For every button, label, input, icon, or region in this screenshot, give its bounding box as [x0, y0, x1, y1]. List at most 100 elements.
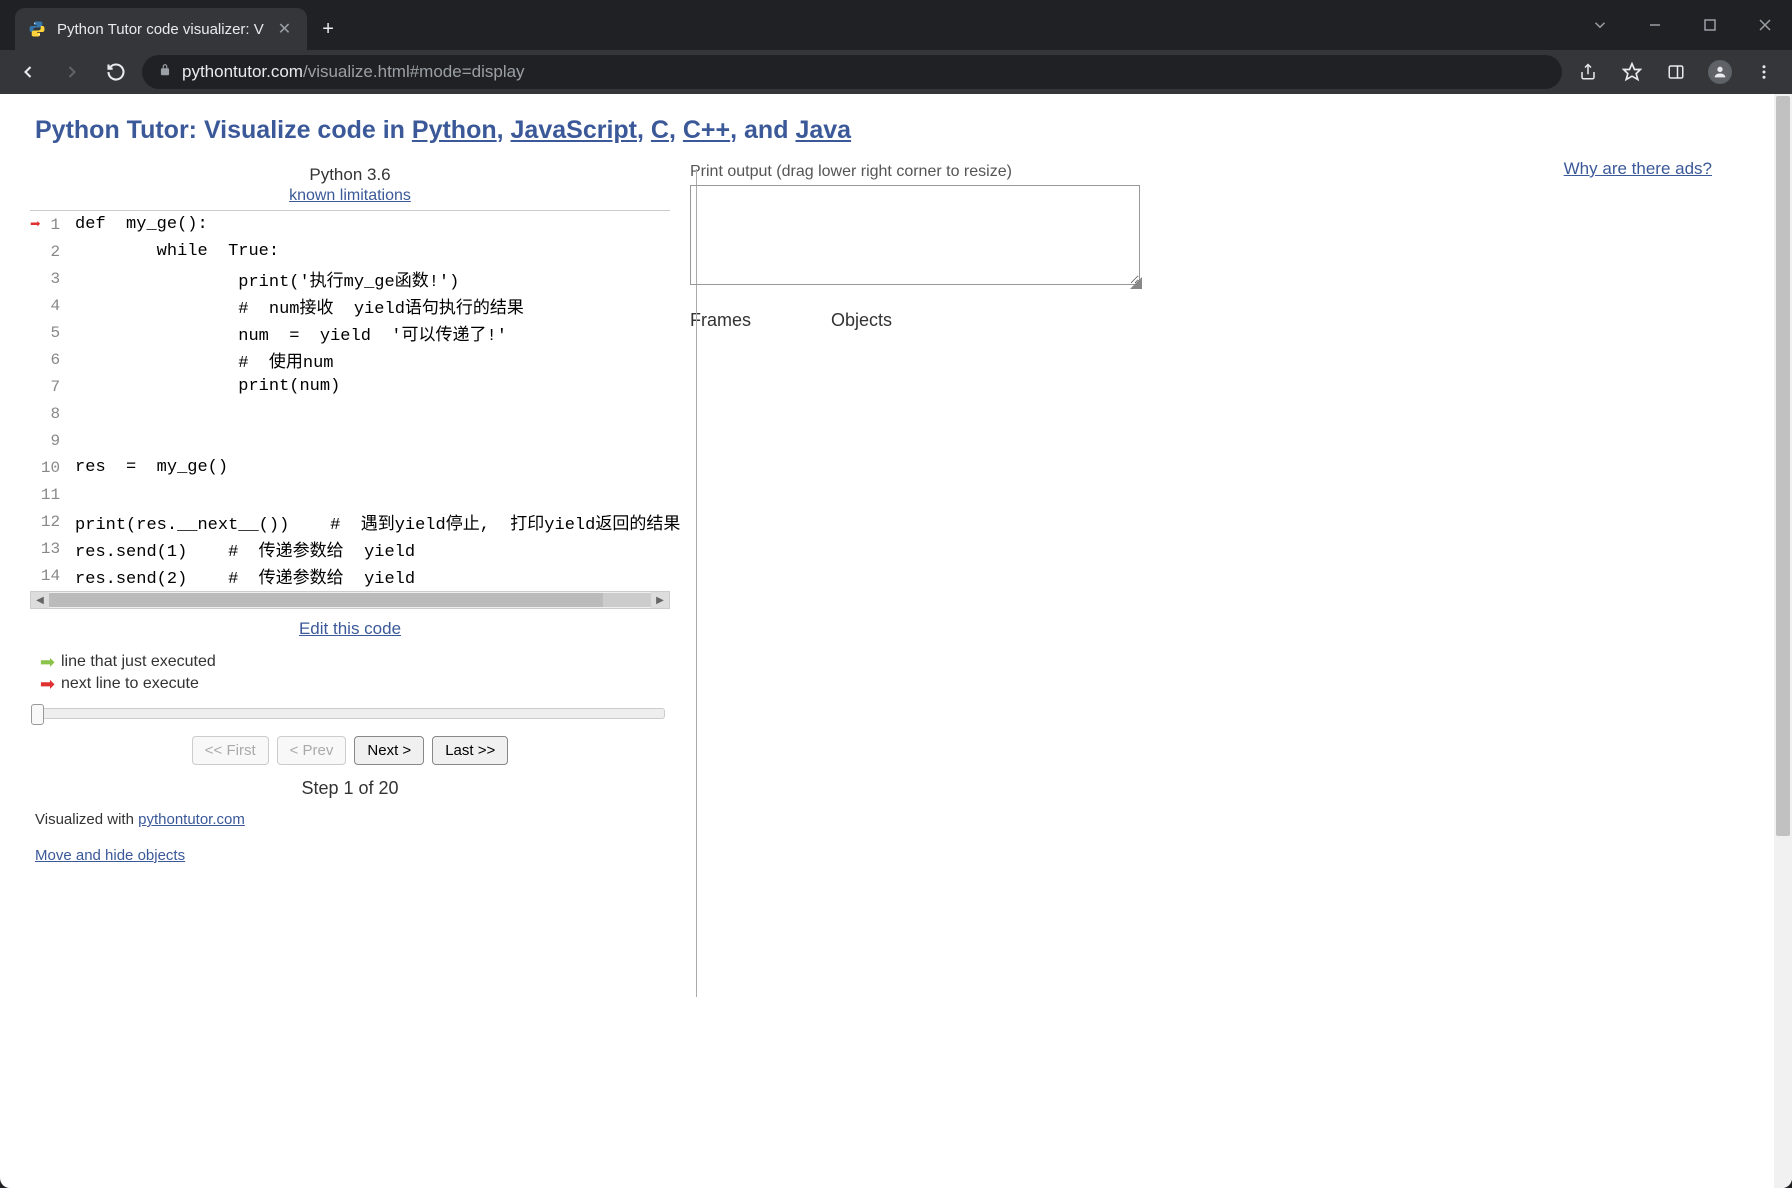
code-text: # 使用num: [70, 346, 680, 373]
pane-divider: [696, 169, 697, 997]
code-text: res = my_ge(): [70, 454, 680, 481]
cpp-link[interactable]: C++: [683, 116, 730, 144]
code-line: 9: [30, 427, 680, 454]
code-text: res.send(2) # 传递参数给 yield: [70, 562, 680, 589]
code-area: ➡1def my_ge():2 while True:3 print('执行my…: [30, 210, 670, 609]
edit-code-link[interactable]: Edit this code: [299, 619, 401, 638]
step-nav-buttons: << First < Prev Next > Last >>: [30, 724, 670, 770]
line-number: 3: [41, 265, 70, 292]
minimize-icon[interactable]: [1627, 0, 1682, 50]
arrow-cell: [30, 400, 41, 427]
visualized-with: Visualized with pythontutor.com: [30, 807, 670, 832]
last-button[interactable]: Last >>: [432, 736, 508, 765]
page-scroll-thumb[interactable]: [1776, 96, 1790, 836]
code-line: 3 print('执行my_ge函数!'): [30, 265, 680, 292]
code-line: 14res.send(2) # 传递参数给 yield: [30, 562, 680, 589]
code-text: print(res.__next__()) # 遇到yield停止, 打印yie…: [70, 508, 680, 535]
line-number: 4: [41, 292, 70, 319]
slider-thumb[interactable]: [31, 704, 44, 725]
browser-chrome: Python Tutor code visualizer: V ✕ + pyth…: [0, 0, 1792, 94]
tab-bar: Python Tutor code visualizer: V ✕ +: [0, 0, 1792, 50]
share-icon[interactable]: [1570, 54, 1606, 90]
code-line: 13res.send(1) # 传递参数给 yield: [30, 535, 680, 562]
code-horizontal-scrollbar[interactable]: ◀ ▶: [30, 591, 670, 609]
reload-button[interactable]: [98, 54, 134, 90]
code-line: 5 num = yield '可以传递了!': [30, 319, 680, 346]
forward-button[interactable]: [54, 54, 90, 90]
close-window-icon[interactable]: [1737, 0, 1792, 50]
line-number: 14: [41, 562, 70, 589]
scroll-right-icon[interactable]: ▶: [651, 592, 669, 608]
c-link[interactable]: C: [651, 116, 669, 144]
arrow-cell: [30, 238, 41, 265]
maximize-icon[interactable]: [1682, 0, 1737, 50]
arrow-cell: [30, 508, 41, 535]
lock-icon: [158, 62, 172, 82]
arrow-cell: ➡: [30, 211, 41, 238]
address-bar[interactable]: pythontutor.com/visualize.html#mode=disp…: [142, 55, 1562, 89]
known-limitations-link[interactable]: known limitations: [289, 187, 411, 204]
code-line: 7 print(num): [30, 373, 680, 400]
line-number: 9: [41, 427, 70, 454]
page-scrollbar[interactable]: [1774, 94, 1792, 1188]
legend: ➡ line that just executed ➡ next line to…: [30, 649, 670, 703]
hscroll-thumb[interactable]: [49, 593, 603, 607]
nav-bar: pythontutor.com/visualize.html#mode=disp…: [0, 50, 1792, 94]
arrow-cell: [30, 427, 41, 454]
new-tab-button[interactable]: +: [307, 8, 349, 50]
line-number: 1: [41, 211, 70, 238]
code-line: 8: [30, 400, 680, 427]
scroll-left-icon[interactable]: ◀: [31, 592, 49, 608]
arrow-cell: [30, 562, 41, 589]
arrow-cell: [30, 319, 41, 346]
code-text: # num接收 yield语句执行的结果: [70, 292, 680, 319]
frames-heading: Frames: [690, 310, 751, 331]
legend-just-executed: line that just executed: [61, 653, 216, 671]
java-link[interactable]: Java: [795, 116, 851, 144]
output-pane: Print output (drag lower right corner to…: [690, 155, 1762, 868]
why-ads-link[interactable]: Why are there ads?: [1564, 159, 1712, 178]
line-number: 8: [41, 400, 70, 427]
bookmark-star-icon[interactable]: [1614, 54, 1650, 90]
arrow-cell: [30, 265, 41, 292]
next-line-arrow-icon: ➡: [35, 674, 55, 695]
arrow-cell: [30, 346, 41, 373]
line-number: 10: [41, 454, 70, 481]
back-button[interactable]: [10, 54, 46, 90]
code-line: ➡1def my_ge():: [30, 211, 680, 238]
tab-search-icon[interactable]: [1572, 0, 1627, 50]
code-line: 4 # num接收 yield语句执行的结果: [30, 292, 680, 319]
python-favicon-icon: [27, 19, 47, 39]
move-hide-objects-link[interactable]: Move and hide objects: [35, 847, 185, 864]
step-slider[interactable]: [30, 703, 670, 724]
code-text: [70, 481, 680, 508]
next-button[interactable]: Next >: [354, 736, 424, 765]
line-number: 5: [41, 319, 70, 346]
code-line: 6 # 使用num: [30, 346, 680, 373]
arrow-cell: [30, 292, 41, 319]
first-button[interactable]: << First: [192, 736, 269, 765]
menu-dots-icon[interactable]: [1746, 54, 1782, 90]
pythontutor-link[interactable]: pythontutor.com: [138, 811, 245, 828]
window-controls: [1572, 0, 1792, 50]
javascript-link[interactable]: JavaScript: [511, 116, 637, 144]
resize-handle-icon[interactable]: [1130, 277, 1142, 289]
line-number: 11: [41, 481, 70, 508]
page-content: Python Tutor: Visualize code in Python, …: [0, 94, 1792, 1188]
print-output-box[interactable]: [690, 185, 1140, 285]
code-text: [70, 427, 680, 454]
page-title: Python Tutor: Visualize code in Python, …: [0, 94, 1792, 155]
close-tab-icon[interactable]: ✕: [274, 17, 295, 41]
prev-button[interactable]: < Prev: [277, 736, 347, 765]
code-text: num = yield '可以传递了!': [70, 319, 680, 346]
line-number: 7: [41, 373, 70, 400]
side-panel-icon[interactable]: [1658, 54, 1694, 90]
line-number: 12: [41, 508, 70, 535]
arrow-cell: [30, 454, 41, 481]
legend-next-line: next line to execute: [61, 675, 199, 693]
profile-icon[interactable]: [1702, 54, 1738, 90]
python-link[interactable]: Python: [412, 116, 497, 144]
arrow-cell: [30, 481, 41, 508]
code-line: 2 while True:: [30, 238, 680, 265]
browser-tab[interactable]: Python Tutor code visualizer: V ✕: [15, 8, 307, 50]
